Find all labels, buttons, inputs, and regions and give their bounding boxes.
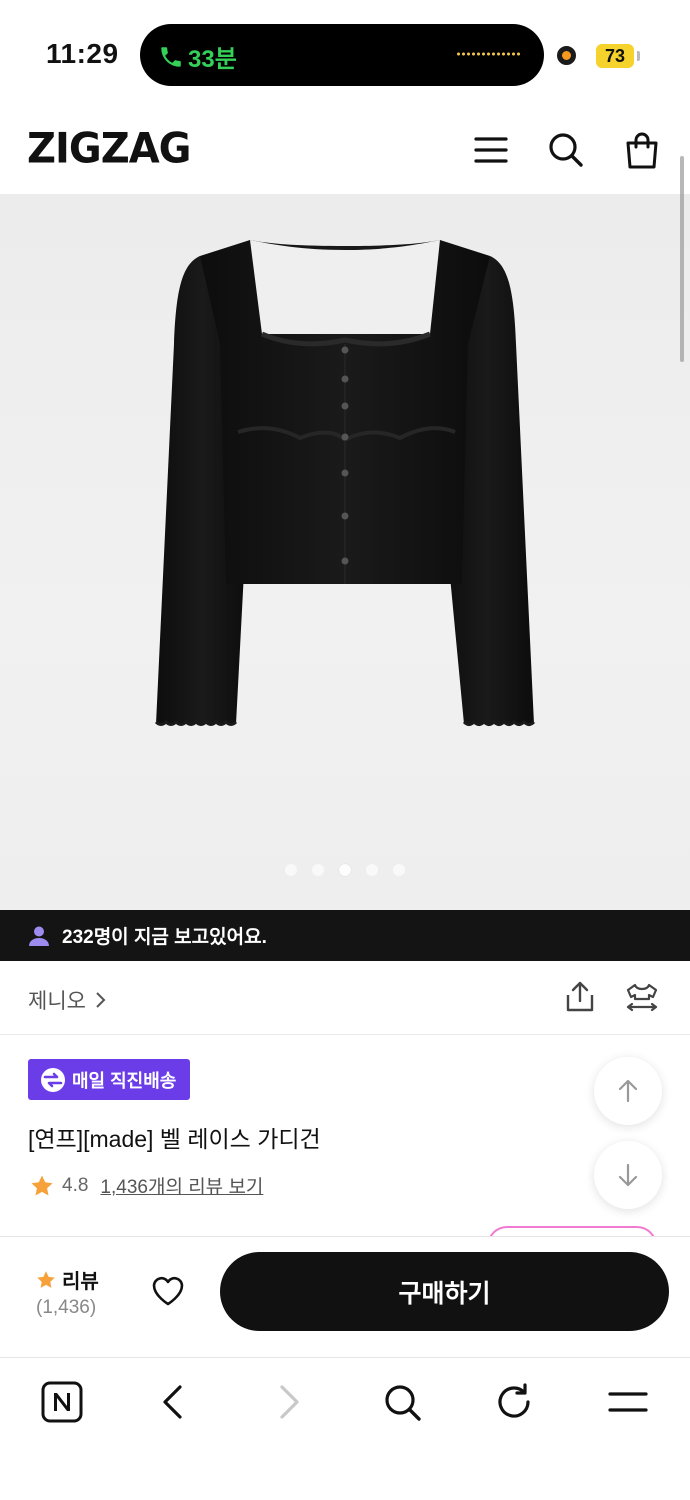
shop-link[interactable]: 제니오: [28, 985, 108, 1015]
carousel-dot-active[interactable]: [339, 864, 351, 876]
review-link[interactable]: 1,436개의 리뷰 보기: [100, 1172, 263, 1199]
star-icon: [37, 1270, 55, 1288]
search-icon[interactable]: [380, 1380, 424, 1424]
fast-delivery-icon: [41, 1067, 65, 1092]
person-icon: [29, 926, 49, 946]
menu-icon[interactable]: [471, 130, 511, 170]
chevron-right-icon: [96, 992, 106, 1008]
scroll-top-button[interactable]: [594, 1057, 662, 1125]
call-duration: 33분: [188, 46, 237, 73]
purchase-bar: 리뷰 (1,436) 구매하기: [0, 1236, 690, 1358]
reload-icon[interactable]: [492, 1380, 536, 1424]
share-icon[interactable]: [562, 979, 598, 1015]
audio-wave-icon: [456, 50, 522, 58]
browser-toolbar: [0, 1358, 690, 1500]
menu-icon[interactable]: [606, 1380, 650, 1424]
app-header: ZIGZAG: [0, 108, 690, 194]
carousel-dot[interactable]: [312, 864, 324, 876]
review-count: (1,436): [36, 1297, 97, 1318]
page-scrollbar[interactable]: [680, 156, 684, 362]
product-image: [154, 240, 536, 726]
shop-row: 제니오: [0, 961, 690, 1035]
battery-indicator: 73: [596, 44, 634, 68]
scroll-bottom-button[interactable]: [594, 1141, 662, 1209]
buy-button[interactable]: 구매하기: [220, 1252, 669, 1331]
delivery-badge-label: 매일 직진배송: [72, 1070, 177, 1091]
review-label: 리뷰: [62, 1271, 99, 1293]
live-viewers-banner: 232명이 지금 보고있어요.: [0, 910, 690, 961]
call-indicator[interactable]: 33분: [158, 39, 237, 74]
heart-icon[interactable]: [150, 1273, 186, 1309]
try-on-icon[interactable]: [624, 979, 660, 1015]
arrow-up-icon: [618, 1079, 638, 1103]
product-rating: 4.8 1,436개의 리뷰 보기: [30, 1172, 263, 1199]
battery-tip: [637, 51, 640, 61]
live-viewers-text: 232명이 지금 보고있어요.: [62, 927, 267, 948]
delivery-badge: 매일 직진배송: [28, 1059, 191, 1100]
review-summary[interactable]: 리뷰: [36, 1265, 99, 1294]
dynamic-island[interactable]: 33분: [140, 24, 544, 86]
back-icon[interactable]: [152, 1380, 196, 1424]
naver-icon[interactable]: [40, 1380, 84, 1424]
carousel-dot[interactable]: [366, 864, 378, 876]
product-image-carousel[interactable]: [0, 194, 690, 910]
phone-icon: [161, 46, 181, 67]
carousel-dots: [0, 864, 690, 876]
status-time: 11:29: [46, 38, 119, 69]
product-title: [연프][made] 벨 레이스 가디건: [28, 1126, 321, 1152]
carousel-dot[interactable]: [285, 864, 297, 876]
forward-icon[interactable]: [266, 1380, 310, 1424]
status-bar: 11:29 33분 73: [0, 0, 690, 108]
zigzag-logo[interactable]: ZIGZAG: [27, 125, 192, 173]
camera-indicator-icon: [557, 46, 576, 65]
shop-name: 제니오: [28, 990, 86, 1013]
shopping-bag-icon[interactable]: [622, 130, 662, 170]
search-icon[interactable]: [546, 130, 586, 170]
carousel-dot[interactable]: [393, 864, 405, 876]
star-icon: [31, 1175, 53, 1195]
rating-value: 4.8: [62, 1174, 89, 1196]
arrow-down-icon: [618, 1163, 638, 1187]
